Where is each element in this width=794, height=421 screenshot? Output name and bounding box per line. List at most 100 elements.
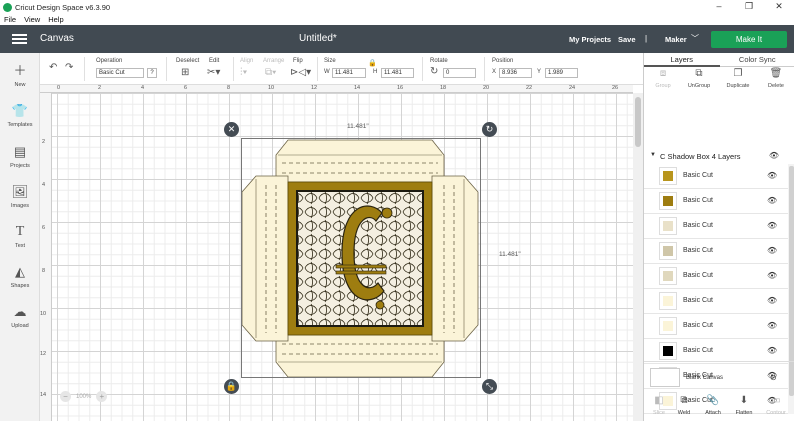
action-label: Attach xyxy=(705,410,721,416)
eye-icon[interactable]: 👁 xyxy=(769,151,779,160)
my-projects-link[interactable]: My Projects xyxy=(569,35,611,44)
layer-color-swatch xyxy=(663,246,673,256)
lock-handle-icon[interactable]: 🔒 xyxy=(224,379,239,394)
eye-icon[interactable]: 👁 xyxy=(767,321,777,330)
flatten-button[interactable]: ⬇ Flatten xyxy=(729,395,759,416)
layer-color-swatch xyxy=(663,296,673,306)
chevron-down-icon[interactable]: ﹀ xyxy=(691,33,699,44)
action-label: Group xyxy=(655,83,671,89)
contour-icon: ▭ xyxy=(771,395,781,406)
ruler-tick: 0 xyxy=(57,85,61,91)
resize-handle-icon[interactable]: ⤡ xyxy=(482,379,497,394)
layer-thumbnail xyxy=(659,167,677,185)
collapse-arrow-icon[interactable]: ▼ xyxy=(650,152,656,158)
sidebar-item-new[interactable]: ＋ New xyxy=(0,63,40,88)
ruler-tick: 12 xyxy=(40,351,47,357)
make-it-button[interactable]: Make It xyxy=(711,31,787,48)
window-title: Cricut Design Space v6.3.90 xyxy=(15,2,111,12)
layer-row[interactable]: Basic Cut 👁 xyxy=(644,289,788,314)
scrollbar-thumb[interactable] xyxy=(635,97,641,147)
hamburger-menu-icon[interactable] xyxy=(12,34,27,44)
group-button[interactable]: ⧈ Group xyxy=(644,68,682,89)
menu-bar: File View Help xyxy=(0,14,794,25)
eye-icon[interactable]: 👁 xyxy=(767,271,777,280)
ruler-tick: 2 xyxy=(42,139,46,145)
height-input[interactable]: 11.481 xyxy=(381,68,414,78)
zoom-in-icon[interactable]: + xyxy=(96,391,108,402)
width-input[interactable]: 11.481 xyxy=(332,68,366,78)
ruler-tick: 18 xyxy=(440,85,447,91)
layer-row[interactable]: Basic Cut 👁 xyxy=(644,214,788,239)
design-canvas[interactable]: 11.481" 11.481" ✕ ↻ 🔒 ⤡ − 100% + xyxy=(52,93,633,421)
align-icon[interactable]: ⫶▾ xyxy=(240,67,247,78)
layer-row[interactable]: Basic Cut 👁 xyxy=(644,189,788,214)
layer-row[interactable]: Basic Cut 👁 xyxy=(644,264,788,289)
machine-select[interactable]: Maker xyxy=(665,35,687,44)
layer-thumbnail xyxy=(659,242,677,260)
ungroup-button[interactable]: ⧉ UnGroup xyxy=(680,68,718,89)
sidebar-item-projects[interactable]: ▤ Projects xyxy=(0,144,40,169)
maximize-icon[interactable]: ❐ xyxy=(734,0,764,14)
menu-file[interactable]: File xyxy=(4,15,16,24)
operation-select[interactable]: Basic Cut xyxy=(96,68,144,78)
arrange-icon[interactable]: ⧉▾ xyxy=(265,67,276,78)
selection-width-label: 11.481" xyxy=(347,123,369,130)
eye-icon[interactable]: 👁 xyxy=(767,171,777,180)
operation-value: Basic Cut xyxy=(99,70,125,76)
toolbar-divider xyxy=(166,57,167,81)
sidebar-item-text[interactable]: T Text xyxy=(0,224,40,249)
y-position-input[interactable]: 1.989 xyxy=(545,68,578,78)
duplicate-button[interactable]: ❐ Duplicate xyxy=(719,68,757,89)
eye-icon[interactable]: 👁 xyxy=(767,296,777,305)
sidebar-item-templates[interactable]: 👕 Templates xyxy=(0,103,40,128)
delete-handle-icon[interactable]: ✕ xyxy=(224,122,239,137)
minimize-icon[interactable]: – xyxy=(704,0,734,14)
layer-name: Basic Cut xyxy=(683,222,713,229)
layer-row[interactable]: Basic Cut 👁 xyxy=(644,164,788,189)
redo-icon[interactable]: ↷ xyxy=(65,62,73,73)
save-button[interactable]: Save xyxy=(618,35,636,44)
undo-icon[interactable]: ↶ xyxy=(49,62,57,73)
sidebar-item-label: Images xyxy=(10,203,30,209)
eye-icon[interactable]: 👁 xyxy=(767,221,777,230)
sidebar-item-label: Shapes xyxy=(10,283,30,289)
layer-row[interactable]: Basic Cut 👁 xyxy=(644,239,788,264)
cricut-logo-icon xyxy=(3,2,12,12)
tab-color-sync[interactable]: Color Sync xyxy=(719,53,794,67)
eye-icon[interactable]: 👁 xyxy=(767,196,777,205)
flip-icon[interactable]: ⊳◁▾ xyxy=(290,67,311,78)
sidebar-item-upload[interactable]: ☁ Upload xyxy=(0,304,40,329)
edit-scissors-icon[interactable]: ✂▾ xyxy=(207,67,220,78)
layer-thumbnail xyxy=(659,342,677,360)
layer-thumbnail xyxy=(659,267,677,285)
menu-view[interactable]: View xyxy=(24,15,40,24)
canvas-scrollbar[interactable] xyxy=(633,93,643,421)
tab-layers[interactable]: Layers xyxy=(644,53,720,67)
deselect-icon[interactable]: ⊞ xyxy=(181,67,189,78)
trash-icon: 🗑 xyxy=(769,68,783,79)
zoom-out-icon[interactable]: − xyxy=(60,391,71,402)
ruler-tick: 10 xyxy=(268,85,275,91)
eye-hidden-icon[interactable]: ⊘ xyxy=(770,373,777,382)
rotate-input[interactable]: 0 xyxy=(443,68,476,78)
menu-help[interactable]: Help xyxy=(48,15,63,24)
delete-button[interactable]: 🗑 Delete xyxy=(757,68,794,89)
rotate-label: Rotate xyxy=(430,58,448,64)
attach-button[interactable]: 📎 Attach xyxy=(698,395,728,416)
rotate-handle-icon[interactable]: ↻ xyxy=(482,122,497,137)
operation-help-icon[interactable]: ? xyxy=(147,68,157,78)
sidebar-item-images[interactable]: 🖼 Images xyxy=(0,184,40,209)
eye-icon[interactable]: 👁 xyxy=(767,246,777,255)
action-label: Slice xyxy=(653,410,665,416)
upload-icon: ☁ xyxy=(13,304,27,319)
blank-canvas-row[interactable]: Blank Canvas ⊘ xyxy=(644,361,794,391)
close-window-icon[interactable]: ✕ xyxy=(764,0,794,14)
sidebar-item-shapes[interactable]: ◭ Shapes xyxy=(0,264,40,289)
weld-button[interactable]: ⧉ Weld xyxy=(669,395,699,416)
layer-row[interactable]: Basic Cut 👁 xyxy=(644,314,788,339)
eye-icon[interactable]: 👁 xyxy=(767,346,777,355)
lock-aspect-icon[interactable]: 🔒 xyxy=(368,59,377,67)
x-position-input[interactable]: 8.936 xyxy=(499,68,532,78)
contour-button[interactable]: ▭ Contour xyxy=(761,395,791,416)
layer-group-header[interactable]: ▼ C Shadow Box 4 Layers 👁 xyxy=(644,150,794,164)
